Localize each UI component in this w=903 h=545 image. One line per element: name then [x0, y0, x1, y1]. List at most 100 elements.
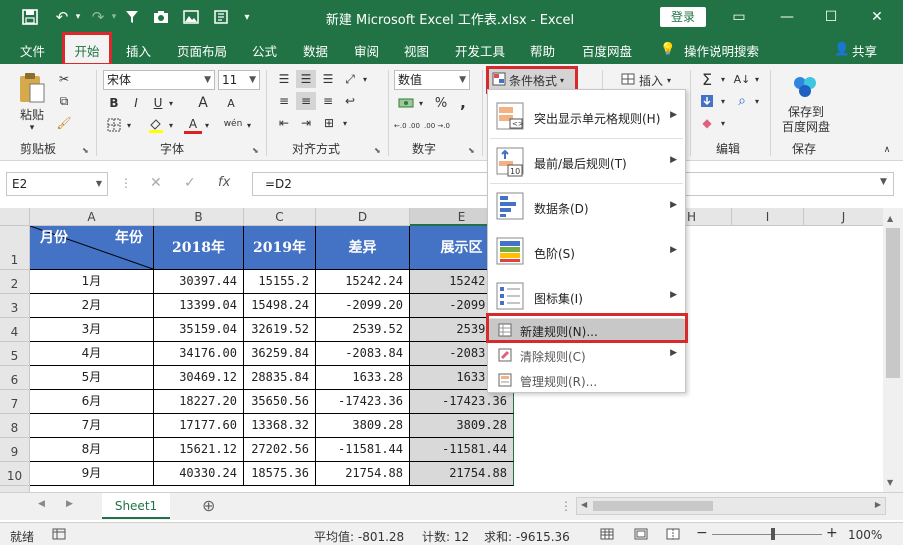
scroll-down-icon[interactable]: ▼	[887, 478, 893, 487]
scroll-thumb[interactable]	[886, 228, 900, 378]
cell-e9[interactable]: -11581.44	[410, 438, 514, 462]
maximize-button[interactable]: ☐	[816, 6, 846, 28]
clipboard-launcher-icon[interactable]: ⬊	[82, 146, 89, 155]
header-cell-2018[interactable]: 2018年	[154, 226, 244, 270]
horizontal-scroll-thumb[interactable]	[593, 501, 713, 511]
underline-dropdown-icon[interactable]: ▾	[166, 94, 176, 112]
menu-item-highlight-rules[interactable]: <> 突出显示单元格规则(H) ▶	[488, 98, 685, 134]
font-launcher-icon[interactable]: ⬊	[252, 146, 259, 155]
cell-a6[interactable]: 5月	[30, 366, 154, 390]
cell-b2[interactable]: 30397.44	[154, 270, 244, 294]
cell-d2[interactable]: 15242.24	[316, 270, 410, 294]
cell-c7[interactable]: 35650.56	[244, 390, 316, 414]
underline-button[interactable]: U	[150, 94, 166, 112]
login-button[interactable]: 登录	[660, 7, 706, 27]
cell-d5[interactable]: -2083.84	[316, 342, 410, 366]
cell-d8[interactable]: 3809.28	[316, 414, 410, 438]
alignment-launcher-icon[interactable]: ⬊	[374, 146, 381, 155]
header-cell-month-year[interactable]: 月份 年份	[30, 226, 154, 270]
share-button[interactable]: 共享	[852, 41, 877, 60]
accounting-dropdown-icon[interactable]: ▾	[416, 94, 426, 112]
zoom-in-button[interactable]: +	[826, 525, 838, 541]
customize-toolbar-icon[interactable]: ▾	[240, 6, 254, 28]
cell-b3[interactable]: 13399.04	[154, 294, 244, 318]
cell-c8[interactable]: 13368.32	[244, 414, 316, 438]
select-all-corner[interactable]	[0, 208, 30, 226]
redo-icon[interactable]: ↷	[88, 6, 108, 28]
scroll-up-icon[interactable]: ▲	[887, 214, 893, 223]
cell-c10[interactable]: 18575.36	[244, 462, 316, 486]
row-header-10[interactable]: 10	[0, 462, 30, 486]
cell-c3[interactable]: 15498.24	[244, 294, 316, 318]
cell-c4[interactable]: 32619.52	[244, 318, 316, 342]
row-header-2[interactable]: 2	[0, 270, 30, 294]
cell-d4[interactable]: 2539.52	[316, 318, 410, 342]
zoom-level[interactable]: 100%	[848, 528, 882, 542]
clear-dropdown-icon[interactable]: ▾	[718, 114, 728, 132]
paste-button[interactable]: 粘贴	[14, 106, 50, 122]
cell-a2[interactable]: 1月	[30, 270, 154, 294]
filter-icon[interactable]	[122, 6, 142, 28]
prev-sheet-icon[interactable]: ◀	[38, 499, 45, 509]
tab-help[interactable]: 帮助	[530, 41, 555, 60]
cell-a9[interactable]: 8月	[30, 438, 154, 462]
tab-page-layout[interactable]: 页面布局	[177, 41, 227, 60]
font-name-combo[interactable]: 宋体 ▼	[103, 70, 215, 90]
name-box[interactable]: E2 ▼	[6, 172, 108, 196]
orientation-icon[interactable]: ⤢	[340, 70, 360, 88]
tab-formulas[interactable]: 公式	[252, 41, 277, 60]
row-header-3[interactable]: 3	[0, 294, 30, 318]
percent-button[interactable]: %	[432, 94, 450, 112]
page-layout-view-icon[interactable]	[634, 528, 648, 543]
font-size-combo[interactable]: 11 ▼	[218, 70, 260, 90]
cell-b10[interactable]: 40330.24	[154, 462, 244, 486]
cell-d10[interactable]: 21754.88	[316, 462, 410, 486]
fill-dropdown-icon[interactable]: ▾	[718, 92, 728, 110]
cell-b5[interactable]: 34176.00	[154, 342, 244, 366]
cell-e8[interactable]: 3809.28	[410, 414, 514, 438]
minimize-button[interactable]: —	[772, 6, 802, 28]
expand-formula-icon[interactable]: ▼	[880, 177, 887, 187]
picture-icon[interactable]	[180, 6, 202, 28]
font-color-dropdown-icon[interactable]: ▾	[202, 116, 212, 134]
header-cell-2019[interactable]: 2019年	[244, 226, 316, 270]
tab-home[interactable]: 开始	[62, 32, 112, 66]
autosum-icon[interactable]: Σ	[696, 70, 718, 89]
cell-c6[interactable]: 28835.84	[244, 366, 316, 390]
decrease-indent-icon[interactable]: ⇤	[274, 114, 294, 132]
collapse-ribbon-icon[interactable]: ∧	[880, 144, 894, 156]
cell-e7[interactable]: -17423.36	[410, 390, 514, 414]
horizontal-scrollbar[interactable]: ◀ ▶	[576, 497, 886, 515]
cell-c2[interactable]: 15155.2	[244, 270, 316, 294]
undo-dropdown-icon[interactable]: ▾	[72, 6, 84, 28]
italic-button[interactable]: I	[128, 94, 144, 112]
row-header-6[interactable]: 6	[0, 366, 30, 390]
scroll-right-icon[interactable]: ▶	[875, 500, 881, 509]
sheet-tab-sheet1[interactable]: Sheet1	[102, 493, 170, 519]
cell-c9[interactable]: 27202.56	[244, 438, 316, 462]
autosum-dropdown-icon[interactable]: ▾	[718, 70, 728, 88]
menu-item-clear-rules[interactable]: 清除规则(C) ▶	[488, 344, 685, 366]
increase-indent-icon[interactable]: ⇥	[296, 114, 316, 132]
paste-dropdown-icon[interactable]: ▾	[18, 122, 46, 134]
column-header-j[interactable]: J	[804, 208, 883, 226]
header-cell-diff[interactable]: 差异	[316, 226, 410, 270]
row-header-7[interactable]: 7	[0, 390, 30, 414]
wrap-text-icon[interactable]: ↩	[340, 92, 360, 110]
find-select-icon[interactable]: ⌕	[732, 92, 752, 110]
cut-icon[interactable]: ✂	[54, 70, 74, 88]
tell-me-search[interactable]: 操作说明搜索	[684, 41, 759, 60]
cell-a5[interactable]: 4月	[30, 342, 154, 366]
grow-font-button[interactable]: A	[194, 94, 212, 112]
number-launcher-icon[interactable]: ⬊	[468, 146, 475, 155]
cell-a8[interactable]: 7月	[30, 414, 154, 438]
baidu-cloud-icon[interactable]	[790, 72, 820, 102]
zoom-out-button[interactable]: −	[696, 525, 708, 541]
menu-item-color-scales[interactable]: 色阶(S) ▶	[488, 233, 685, 269]
tab-insert[interactable]: 插入	[126, 41, 151, 60]
cell-b4[interactable]: 35159.04	[154, 318, 244, 342]
column-header-b[interactable]: B	[154, 208, 244, 226]
cell-a10[interactable]: 9月	[30, 462, 154, 486]
zoom-slider[interactable]	[712, 534, 822, 535]
undo-icon[interactable]: ↶	[52, 6, 72, 28]
